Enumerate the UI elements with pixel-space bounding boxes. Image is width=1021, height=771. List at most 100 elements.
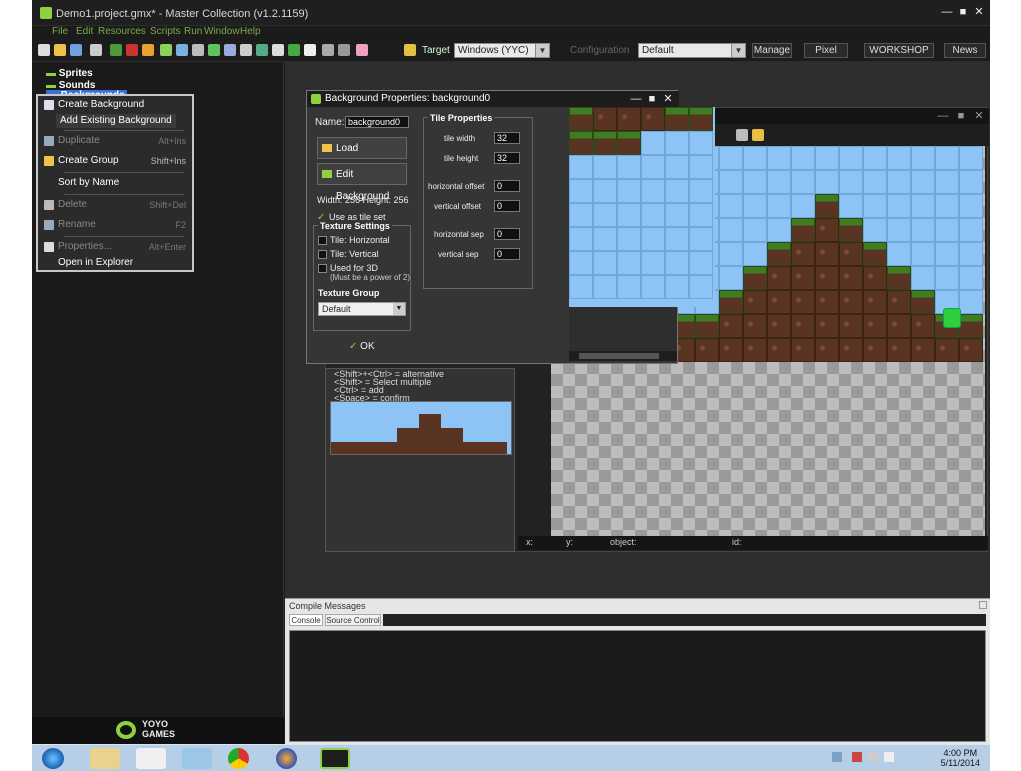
create-font-icon[interactable]	[256, 44, 268, 56]
firefox-icon[interactable]	[276, 748, 297, 769]
start-button-icon[interactable]	[42, 748, 64, 769]
game-settings-icon[interactable]	[322, 44, 334, 56]
menu-edit[interactable]: Edit	[76, 26, 93, 37]
create-sprite-icon[interactable]	[160, 44, 172, 56]
workshop-button[interactable]: WORKSHOP	[864, 43, 934, 58]
menu-open-in-explorer[interactable]: Open in Explorer	[58, 256, 133, 270]
scrollbar-thumb[interactable]	[579, 353, 659, 359]
context-menu: Create Background Add Existing Backgroun…	[36, 94, 194, 272]
maximize-icon[interactable]: ■	[645, 93, 659, 105]
news-button[interactable]: News	[944, 43, 986, 58]
close-icon[interactable]: ✕	[661, 93, 675, 105]
menu-sort-by-name[interactable]: Sort by Name	[58, 176, 119, 190]
media-player-icon[interactable]	[136, 748, 166, 769]
menu-properties[interactable]: Properties...	[58, 240, 112, 254]
create-shader-icon[interactable]	[240, 44, 252, 56]
tree-item-sprites[interactable]: ▬ Sprites	[46, 68, 93, 79]
tab-source-control[interactable]: Source Control	[325, 614, 381, 626]
chrome-icon[interactable]	[228, 748, 249, 769]
windows-taskbar: 4:00 PM 5/11/2014	[32, 744, 990, 771]
preview-dirt-block	[397, 442, 419, 454]
preview-dirt-block	[463, 442, 485, 454]
configuration-select[interactable]: Default ▼	[638, 43, 746, 58]
help-icon[interactable]	[356, 44, 368, 56]
tileset-horizontal-scrollbar[interactable]	[569, 351, 677, 361]
manage-button[interactable]: Manage	[752, 43, 792, 58]
menu-add-existing-background[interactable]: Add Existing Background	[56, 114, 176, 128]
create-sound-icon[interactable]	[176, 44, 188, 56]
tileset-preview[interactable]	[569, 107, 715, 307]
open-project-icon[interactable]	[54, 44, 66, 56]
name-input[interactable]: background0	[345, 116, 409, 128]
new-project-icon[interactable]	[38, 44, 50, 56]
background-tile-preview[interactable]	[330, 401, 512, 455]
gamemaker-taskbar-icon[interactable]	[320, 748, 350, 769]
sky-tile	[593, 179, 617, 203]
menu-duplicate[interactable]: Duplicate	[58, 134, 100, 148]
target-select[interactable]: Windows (YYC) ▼	[454, 43, 550, 58]
create-path-icon[interactable]	[208, 44, 220, 56]
grid-toggle-icon[interactable]	[736, 129, 748, 141]
menu-window[interactable]: Window	[204, 26, 240, 37]
menu-rename[interactable]: Rename	[58, 218, 96, 232]
clean-target-icon[interactable]	[142, 44, 154, 56]
used-for-3d-checkbox[interactable]	[318, 264, 327, 273]
close-icon[interactable]: ✕	[972, 6, 986, 18]
tab-console[interactable]: Console	[289, 614, 323, 626]
menu-scripts[interactable]: Scripts	[150, 26, 181, 37]
create-timeline-icon[interactable]	[272, 44, 284, 56]
create-object-icon[interactable]	[288, 44, 300, 56]
menu-create-group[interactable]: Create Group	[58, 154, 119, 168]
pixel-button[interactable]: Pixel	[804, 43, 848, 58]
create-room-icon[interactable]	[304, 44, 316, 56]
tile-horizontal-checkbox[interactable]	[318, 236, 327, 245]
menu-run[interactable]: Run	[184, 26, 202, 37]
horizontal-offset-input[interactable]: 0	[494, 180, 520, 192]
delete-icon	[44, 200, 54, 210]
tile-width-input[interactable]: 32	[494, 132, 520, 144]
ok-button[interactable]: ✓ OK	[349, 339, 389, 355]
vertical-sep-input[interactable]: 0	[494, 248, 520, 260]
create-background-icon[interactable]	[192, 44, 204, 56]
vertical-offset-input[interactable]: 0	[494, 200, 520, 212]
file-explorer-icon[interactable]	[90, 748, 120, 769]
menu-create-background[interactable]: Create Background	[58, 98, 144, 112]
edit-background-button[interactable]: Edit Background	[317, 163, 407, 202]
create-executable-icon[interactable]	[90, 44, 102, 56]
horizontal-sep-input[interactable]: 0	[494, 228, 520, 240]
close-icon[interactable]: ✕	[972, 110, 986, 122]
tile-vertical-checkbox[interactable]	[318, 250, 327, 259]
menu-help[interactable]: Help	[240, 26, 261, 37]
minimize-icon[interactable]: —	[940, 6, 954, 18]
create-script-icon[interactable]	[224, 44, 236, 56]
panel-menu-icon[interactable]	[979, 601, 987, 609]
snap-toggle-icon[interactable]	[752, 129, 764, 141]
dirt-tile	[719, 338, 743, 362]
console-output[interactable]	[289, 630, 986, 742]
minimize-icon[interactable]: —	[629, 93, 643, 105]
extensions-icon[interactable]	[338, 44, 350, 56]
tile-height-input[interactable]: 32	[494, 152, 520, 164]
run-game-icon[interactable]	[110, 44, 122, 56]
menu-resources[interactable]: Resources	[98, 26, 146, 37]
minimize-icon[interactable]: —	[936, 110, 950, 122]
tray-volume-icon[interactable]	[884, 752, 894, 762]
dirt-tile	[911, 314, 935, 338]
texture-group-select[interactable]: Default ▼	[318, 302, 406, 316]
player-sprite[interactable]	[943, 308, 961, 328]
menu-properties-shortcut: Alt+Enter	[148, 242, 186, 252]
maximize-icon[interactable]: ■	[956, 6, 970, 18]
maximize-icon[interactable]: ■	[954, 110, 968, 122]
sky-tile	[935, 146, 959, 170]
tray-network-icon[interactable]	[868, 752, 878, 762]
menu-file[interactable]: File	[52, 26, 68, 37]
load-background-button[interactable]: Load Background	[317, 137, 407, 176]
tray-security-icon[interactable]	[852, 752, 862, 762]
network-icon[interactable]	[182, 748, 212, 769]
tray-arrow-icon[interactable]	[832, 752, 842, 762]
menu-delete[interactable]: Delete	[58, 198, 87, 212]
debug-game-icon[interactable]	[126, 44, 138, 56]
save-project-icon[interactable]	[70, 44, 82, 56]
taskbar-clock[interactable]: 4:00 PM 5/11/2014	[941, 748, 980, 768]
folder-icon	[322, 144, 332, 152]
